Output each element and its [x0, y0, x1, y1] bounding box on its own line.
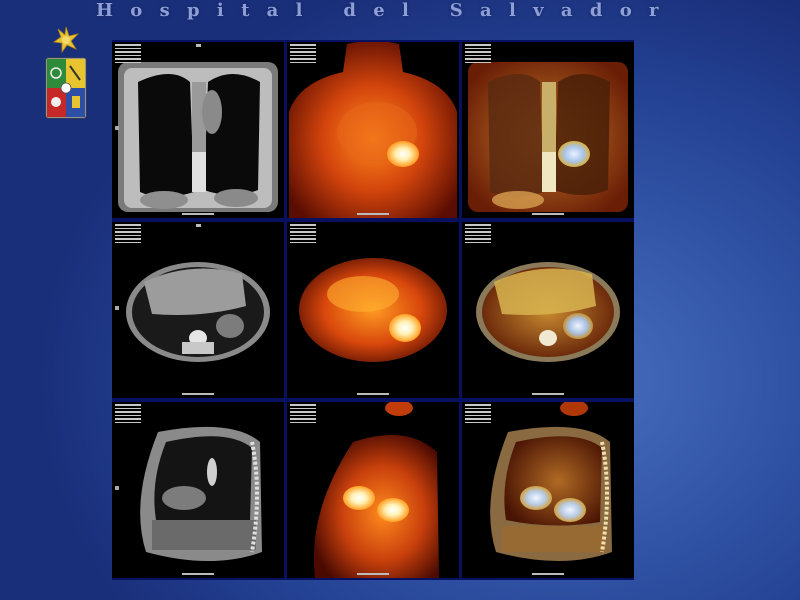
orientation-marker — [115, 486, 119, 490]
dicom-header — [115, 44, 141, 65]
axial-ct-panel[interactable] — [112, 222, 284, 398]
dicom-header — [115, 404, 141, 425]
orientation-marker — [196, 224, 201, 227]
scale-bar — [532, 573, 564, 575]
scale-bar — [357, 573, 389, 575]
orientation-marker — [196, 44, 201, 47]
slide-title: Hospital del Salvador — [96, 0, 676, 21]
dicom-header — [465, 404, 491, 425]
scale-bar — [357, 213, 389, 215]
coat-of-arms-icon — [42, 26, 90, 122]
scale-bar — [532, 393, 564, 395]
dicom-header — [115, 224, 141, 245]
slide: Hospital del Salvador — [0, 0, 800, 600]
orientation-marker — [115, 126, 119, 130]
scale-bar — [182, 213, 214, 215]
scale-bar — [182, 573, 214, 575]
coronal-ct-panel[interactable] — [112, 42, 284, 218]
sagittal-fused-panel[interactable] — [462, 402, 634, 578]
dicom-header — [465, 44, 491, 65]
scale-bar — [357, 393, 389, 395]
coronal-fused-panel[interactable] — [462, 42, 634, 218]
scale-bar — [182, 393, 214, 395]
dicom-header — [290, 224, 316, 245]
axial-pet-panel[interactable] — [287, 222, 459, 398]
sagittal-pet-panel[interactable] — [287, 402, 459, 578]
dicom-header — [290, 44, 316, 65]
scale-bar — [532, 213, 564, 215]
image-grid — [112, 40, 634, 580]
axial-fused-panel[interactable] — [462, 222, 634, 398]
sagittal-ct-panel[interactable] — [112, 402, 284, 578]
dicom-header — [465, 224, 491, 245]
orientation-marker — [115, 306, 119, 310]
coronal-pet-panel[interactable] — [287, 42, 459, 218]
dicom-header — [290, 404, 316, 425]
